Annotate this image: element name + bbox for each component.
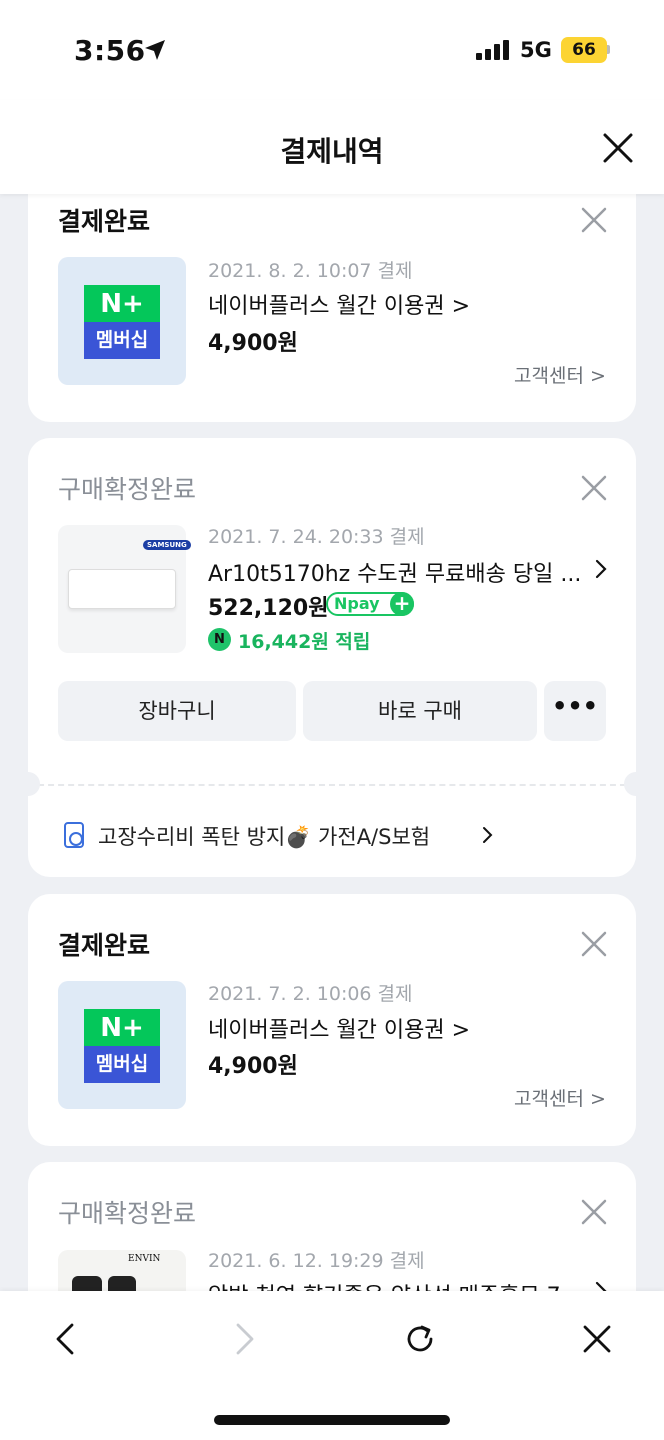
points-earned: 16,442원 적립 bbox=[238, 631, 371, 653]
delete-icon[interactable] bbox=[580, 930, 608, 958]
product-thumbnail[interactable]: N+ 멤버십 bbox=[58, 257, 186, 385]
price: 522,120원 bbox=[208, 596, 329, 621]
price: 4,900원 bbox=[208, 331, 298, 356]
payment-date: 2021. 6. 12. 19:29 결제 bbox=[208, 1250, 425, 1272]
page-title: 결제내역 bbox=[280, 135, 384, 168]
battery-icon: 66 bbox=[561, 37, 607, 63]
battery-tip bbox=[607, 45, 610, 54]
divider bbox=[28, 784, 636, 786]
product-name[interactable]: 네이버플러스 월간 이용권 > bbox=[208, 288, 608, 320]
air-conditioner-image: SAMSUNG bbox=[68, 540, 191, 609]
buy-now-button[interactable]: 바로 구매 bbox=[303, 681, 537, 741]
order-card: 구매확정완료 ENVIN 2021. 6. 12. 19:29 결제 앙방 천연… bbox=[28, 1162, 636, 1291]
home-indicator[interactable] bbox=[214, 1415, 450, 1425]
payment-date: 2021. 7. 2. 10:06 결제 bbox=[208, 983, 413, 1005]
npay-plus-badge: Npay + bbox=[326, 592, 414, 616]
product-name[interactable]: 앙방 천연 향기좋은 약산성 매주흥모 7... bbox=[208, 1278, 586, 1291]
signal-icon bbox=[476, 40, 509, 60]
payment-date: 2021. 7. 24. 20:33 결제 bbox=[208, 526, 425, 548]
nav-bar: 결제내역 bbox=[0, 100, 664, 194]
customer-center-link[interactable]: 고객센터 > bbox=[514, 361, 606, 388]
clock: 3:56 bbox=[74, 34, 146, 67]
insurance-banner[interactable]: 고장수리비 폭탄 방지💣 가전A/S보험 bbox=[98, 821, 430, 851]
product-thumbnail[interactable]: SAMSUNG bbox=[58, 525, 191, 653]
add-to-cart-button[interactable]: 장바구니 bbox=[58, 681, 296, 741]
envin-logo: ENVIN bbox=[128, 1254, 161, 1264]
close-icon[interactable] bbox=[577, 1319, 617, 1359]
reload-icon[interactable] bbox=[400, 1319, 440, 1359]
delete-icon[interactable] bbox=[580, 1198, 608, 1226]
status-bar: 3:56 5G 66 bbox=[0, 0, 664, 100]
chevron-right-icon[interactable] bbox=[594, 1281, 608, 1291]
more-options-button[interactable]: ••• bbox=[544, 681, 606, 741]
close-icon[interactable] bbox=[600, 130, 636, 166]
back-icon[interactable] bbox=[46, 1319, 86, 1359]
price: 4,900원 bbox=[208, 1054, 298, 1079]
product-name[interactable]: Ar10t5170hz 수도권 무료배송 당일 ... bbox=[208, 556, 586, 588]
naver-plus-logo: N+ 멤버십 bbox=[84, 285, 160, 359]
naver-point-icon: N bbox=[208, 628, 231, 651]
product-thumbnail[interactable]: ENVIN bbox=[58, 1250, 186, 1291]
washer-icon bbox=[64, 822, 84, 848]
delete-icon[interactable] bbox=[580, 474, 608, 502]
order-card: 구매확정완료 SAMSUNG 2021. 7. 24. 20:33 결제 Ar1… bbox=[16, 438, 648, 877]
browser-toolbar bbox=[0, 1291, 664, 1440]
delete-icon[interactable] bbox=[580, 206, 608, 234]
payment-date: 2021. 8. 2. 10:07 결제 bbox=[208, 260, 413, 282]
order-list[interactable]: 결제완료 N+ 멤버십 2021. 8. 2. 10:07 결제 네이버플러스 … bbox=[0, 194, 664, 1291]
naver-plus-logo: N+ 멤버십 bbox=[84, 1009, 160, 1083]
chevron-right-icon[interactable] bbox=[482, 826, 494, 844]
order-card: 결제완료 N+ 멤버십 2021. 7. 2. 10:06 결제 네이버플러스 … bbox=[28, 894, 636, 1146]
samsung-logo: SAMSUNG bbox=[143, 540, 191, 550]
order-status: 결제완료 bbox=[58, 207, 151, 236]
order-card: 결제완료 N+ 멤버십 2021. 8. 2. 10:07 결제 네이버플러스 … bbox=[28, 194, 636, 422]
order-status: 구매확정완료 bbox=[58, 1199, 197, 1228]
order-status: 결제완료 bbox=[58, 931, 151, 960]
chevron-right-icon[interactable] bbox=[594, 559, 608, 579]
customer-center-link[interactable]: 고객센터 > bbox=[514, 1084, 606, 1111]
network-type: 5G bbox=[520, 38, 552, 62]
forward-icon bbox=[236, 1323, 254, 1355]
product-thumbnail[interactable]: N+ 멤버십 bbox=[58, 981, 186, 1109]
order-status: 구매확정완료 bbox=[58, 475, 197, 504]
location-arrow-icon bbox=[145, 40, 165, 60]
product-name[interactable]: 네이버플러스 월간 이용권 > bbox=[208, 1012, 608, 1044]
